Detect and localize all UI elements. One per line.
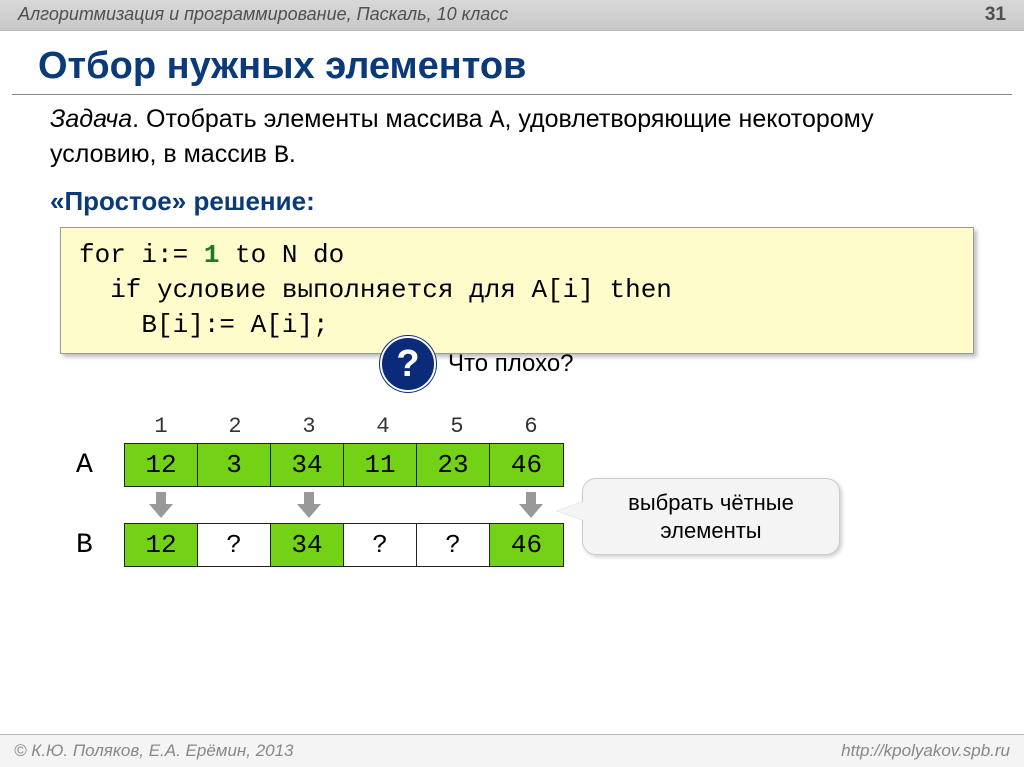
array-cell: 46 (490, 524, 563, 566)
index-label: 4 (346, 414, 420, 439)
array-cell: ? (344, 524, 417, 566)
section-subtitle: «Простое» решение: (50, 186, 1024, 217)
down-arrow-icon (519, 492, 543, 518)
array-a-label: A (76, 450, 124, 481)
index-label: 2 (198, 414, 272, 439)
array-a-row: A 12334112346 (76, 443, 1024, 487)
task-text: Задача. Отобрать элементы массива A, удо… (50, 103, 974, 172)
down-arrow-icon (297, 492, 321, 518)
question-mark-icon: ? (380, 336, 436, 392)
callout-box: выбрать чётные элементы (582, 478, 840, 555)
code-line: for i:= 1 to N do (79, 238, 955, 273)
index-row: 123456 (124, 414, 1024, 439)
array-cell: 34 (271, 524, 344, 566)
copyright: © К.Ю. Поляков, Е.А. Ерёмин, 2013 (14, 741, 294, 761)
array-b-row: B 12?34??46 (76, 523, 1024, 567)
array-cell: 23 (417, 444, 490, 486)
index-label: 5 (420, 414, 494, 439)
array-b-label: B (76, 530, 124, 561)
task-label: Задача (50, 105, 132, 133)
breadcrumb: Алгоритмизация и программирование, Паска… (18, 4, 508, 26)
array-cell: 46 (490, 444, 563, 486)
question-text: Что плохо? (448, 350, 574, 378)
array-a-cells: 12334112346 (124, 443, 564, 487)
array-b-cells: 12?34??46 (124, 523, 564, 567)
arrays-diagram: 123456 A 12334112346 B 12?34??46 (76, 414, 1024, 567)
code-line: if условие выполняется для A[i] then (79, 273, 955, 308)
header-bar: Алгоритмизация и программирование, Паска… (0, 0, 1024, 31)
index-label: 3 (272, 414, 346, 439)
array-b-ref: B (274, 141, 289, 170)
down-arrow-icon (149, 492, 173, 518)
index-label: 6 (494, 414, 568, 439)
page-title: Отбор нужных элементов (38, 45, 1024, 88)
question-row: ? Что плохо? (380, 336, 1024, 392)
divider (12, 94, 1012, 95)
footer-url: http://kpolyakov.spb.ru (841, 741, 1010, 761)
array-cell: 3 (198, 444, 271, 486)
page-number: 31 (985, 4, 1006, 26)
array-cell: 34 (271, 444, 344, 486)
index-label: 1 (124, 414, 198, 439)
footer-bar: © К.Ю. Поляков, Е.А. Ерёмин, 2013 http:/… (0, 734, 1024, 767)
array-a-ref: A (489, 106, 504, 135)
array-cell: 12 (125, 524, 198, 566)
code-block: for i:= 1 to N do if условие выполняется… (60, 227, 974, 354)
array-cell: ? (417, 524, 490, 566)
array-cell: ? (198, 524, 271, 566)
array-cell: 11 (344, 444, 417, 486)
array-cell: 12 (125, 444, 198, 486)
